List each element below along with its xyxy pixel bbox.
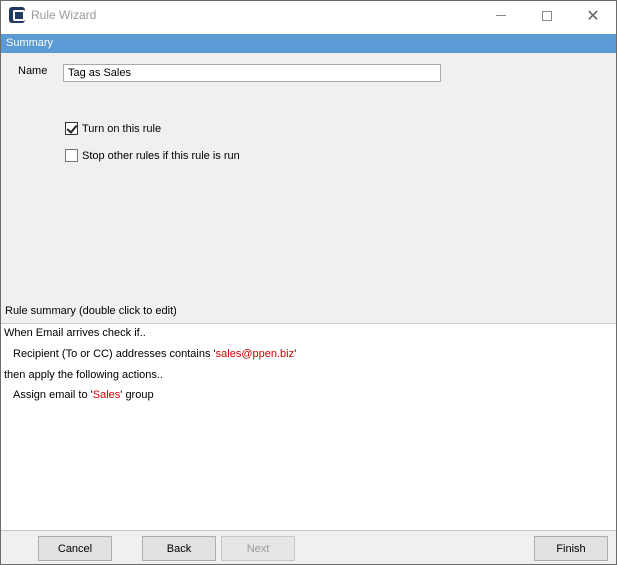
minimize-button[interactable] [478, 1, 524, 30]
title-bar: Rule Wizard ✕ [1, 1, 616, 30]
turn-on-rule-checkbox[interactable] [65, 122, 78, 135]
name-label: Name [18, 65, 48, 77]
summary-condition-intro: When Email arrives check if.. [4, 327, 146, 339]
maximize-icon [542, 10, 552, 21]
next-button[interactable]: Next [221, 536, 295, 561]
rule-summary-label: Rule summary (double click to edit) [5, 305, 177, 317]
section-header-summary: Summary [1, 34, 616, 53]
action-prefix: Assign email to ' [13, 389, 93, 401]
back-button[interactable]: Back [142, 536, 216, 561]
stop-other-rules-checkbox-row[interactable]: Stop other rules if this rule is run [65, 149, 240, 162]
close-icon: ✕ [586, 5, 600, 25]
finish-button[interactable]: Finish [534, 536, 608, 561]
maximize-button[interactable] [524, 1, 570, 30]
minimize-icon [496, 15, 506, 16]
cancel-button[interactable]: Cancel [38, 536, 112, 561]
rule-summary-box[interactable]: When Email arrives check if.. Recipient … [1, 323, 616, 531]
turn-on-rule-checkbox-row[interactable]: Turn on this rule [65, 122, 161, 135]
stop-other-rules-checkbox[interactable] [65, 149, 78, 162]
condition-prefix: Recipient (To or CC) addresses contains … [13, 348, 216, 360]
condition-value-link[interactable]: sales@ppen.biz [216, 348, 294, 360]
name-input[interactable] [63, 64, 441, 82]
stop-other-rules-label: Stop other rules if this rule is run [82, 149, 240, 162]
rule-wizard-window: Rule Wizard ✕ Summary Name Turn on this … [0, 0, 617, 565]
action-suffix: ' group [120, 389, 154, 401]
window-title: Rule Wizard [31, 8, 97, 22]
summary-actions-intro: then apply the following actions.. [4, 369, 163, 381]
summary-action[interactable]: Assign email to 'Sales' group [13, 389, 154, 401]
app-logo-icon [9, 7, 25, 23]
close-button[interactable]: ✕ [570, 1, 616, 30]
action-value-link[interactable]: Sales [93, 389, 121, 401]
summary-condition[interactable]: Recipient (To or CC) addresses contains … [13, 348, 296, 360]
condition-suffix: ' [294, 348, 297, 360]
turn-on-rule-label: Turn on this rule [82, 122, 162, 135]
